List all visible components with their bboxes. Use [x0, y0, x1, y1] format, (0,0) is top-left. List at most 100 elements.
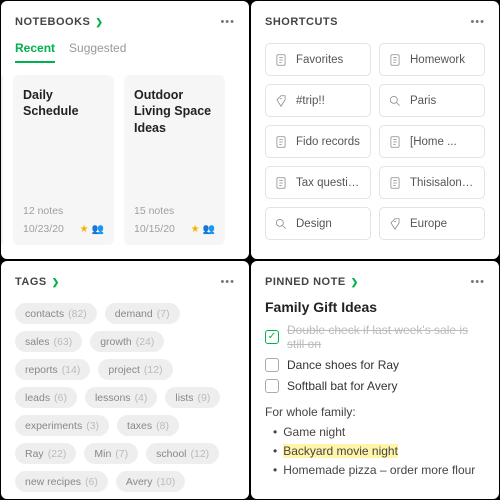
- tag-name: demand: [115, 308, 153, 320]
- tag-count: (3): [86, 420, 99, 432]
- tag-pill[interactable]: experiments(3): [15, 415, 109, 436]
- checklist-item[interactable]: Softball bat for Avery: [265, 379, 485, 393]
- notebook-count: 15 notes: [134, 205, 215, 217]
- notebooks-header[interactable]: NOTEBOOKS ❯: [15, 16, 103, 28]
- shortcut-item[interactable]: Thisisalongn...: [379, 166, 485, 199]
- shortcut-label: Tax questions: [296, 177, 362, 189]
- tag-pill[interactable]: growth (24): [90, 331, 164, 352]
- tag-name: new recipes: [25, 476, 81, 488]
- checkbox[interactable]: ✓: [265, 330, 279, 344]
- notebook-card[interactable]: Outdoor Living Space Ideas 15 notes 10/15/…: [124, 75, 225, 245]
- more-icon[interactable]: •••: [470, 17, 485, 28]
- tag-pill[interactable]: lists(9): [165, 387, 220, 408]
- tag-name: project: [108, 364, 140, 376]
- tag-count: (24): [136, 336, 155, 348]
- tag-name: leads: [25, 392, 50, 404]
- chevron-right-icon: ❯: [351, 277, 359, 288]
- bullet-label: Game night: [283, 425, 345, 439]
- tag-pill[interactable]: demand(7): [105, 303, 180, 324]
- star-icon: ★: [80, 224, 89, 235]
- tags-header[interactable]: TAGS ❯: [15, 276, 60, 288]
- shortcuts-header: SHORTCUTS: [265, 16, 338, 28]
- tag-pill[interactable]: Ray(22): [15, 443, 76, 464]
- shortcut-item[interactable]: Europe: [379, 207, 485, 240]
- shortcut-label: Favorites: [296, 54, 343, 66]
- note-title: Family Gift Ideas: [265, 299, 485, 315]
- tag-pill[interactable]: Avery(10): [116, 471, 185, 492]
- tag-pill[interactable]: leads (6): [15, 387, 77, 408]
- notebook-title: Outdoor Living Space Ideas: [134, 87, 215, 136]
- notebook-card[interactable]: Daily Schedule12 notes10/23/20★👥: [13, 75, 114, 245]
- tag-name: Min: [94, 448, 111, 460]
- shortcuts-title: SHORTCUTS: [265, 16, 338, 28]
- shortcut-item[interactable]: #trip!!: [265, 84, 371, 117]
- notebooks-panel: NOTEBOOKS ❯ ••• Recent Suggested Daily S…: [1, 1, 249, 259]
- tab-suggested[interactable]: Suggested: [69, 41, 126, 63]
- more-icon[interactable]: •••: [220, 17, 235, 28]
- tag-pill[interactable]: school(12): [146, 443, 219, 464]
- shared-icon: 👥: [203, 224, 215, 235]
- tag-pill[interactable]: new recipes (6): [15, 471, 108, 492]
- tag-count: (6): [54, 392, 67, 404]
- tag-pill[interactable]: sales(63): [15, 331, 82, 352]
- bullet-item: Homemade pizza – order more flour: [265, 463, 485, 477]
- checklist-item[interactable]: ✓Double check if last week's sale is sti…: [265, 323, 485, 351]
- note-icon: [274, 135, 288, 149]
- shortcut-item[interactable]: Favorites: [265, 43, 371, 76]
- tag-count: (8): [156, 420, 169, 432]
- tag-name: school: [156, 448, 186, 460]
- checklist-label: Dance shoes for Ray: [287, 358, 399, 372]
- tag-count: (82): [68, 308, 87, 320]
- shortcut-label: #trip!!: [296, 95, 325, 107]
- tag-count: (63): [54, 336, 73, 348]
- tag-pill[interactable]: lessons(4): [85, 387, 157, 408]
- shortcut-item[interactable]: Paris: [379, 84, 485, 117]
- tag-icon: [388, 217, 402, 231]
- tag-name: lists: [175, 392, 193, 404]
- tag-count: (7): [115, 448, 128, 460]
- shortcut-item[interactable]: [Home ...: [379, 125, 485, 158]
- shortcut-label: Fido records: [296, 136, 360, 148]
- shortcut-item[interactable]: Fido records: [265, 125, 371, 158]
- chevron-right-icon: ❯: [95, 17, 103, 28]
- checkbox[interactable]: [265, 379, 279, 393]
- tag-pill[interactable]: Min (7): [84, 443, 138, 464]
- shortcut-label: Thisisalongn...: [410, 177, 476, 189]
- pinned-header[interactable]: PINNED NOTE ❯: [265, 276, 359, 288]
- bullet-item: Game night: [265, 425, 485, 439]
- notebooks-title: NOTEBOOKS: [15, 16, 90, 28]
- more-icon[interactable]: •••: [470, 277, 485, 288]
- shortcuts-panel: SHORTCUTS ••• Favorites Homework #trip!! Pa…: [251, 1, 499, 259]
- tag-pill[interactable]: project (12): [98, 359, 172, 380]
- note-subhead: For whole family:: [265, 405, 485, 419]
- pinned-title: PINNED NOTE: [265, 276, 346, 288]
- tags-title: TAGS: [15, 276, 47, 288]
- shortcut-item[interactable]: Tax questions: [265, 166, 371, 199]
- tag-name: growth: [100, 336, 132, 348]
- tab-recent[interactable]: Recent: [15, 41, 55, 63]
- tag-count: (6): [85, 476, 98, 488]
- notebook-date: 10/15/20: [134, 223, 175, 235]
- tag-pill[interactable]: contacts(82): [15, 303, 97, 324]
- shared-icon: 👥: [92, 224, 104, 235]
- shortcut-item[interactable]: Homework: [379, 43, 485, 76]
- checklist-label: Softball bat for Avery: [287, 379, 398, 393]
- notebook-count: 12 notes: [23, 205, 104, 217]
- shortcut-label: Paris: [410, 95, 436, 107]
- tag-name: reports: [25, 364, 58, 376]
- tag-pill[interactable]: taxes(8): [117, 415, 179, 436]
- star-icon: ★: [191, 224, 200, 235]
- shortcut-label: Europe: [410, 218, 447, 230]
- tag-count: (14): [62, 364, 81, 376]
- checklist-item[interactable]: Dance shoes for Ray: [265, 358, 485, 372]
- note-icon: [388, 53, 402, 67]
- bullet-label: Backyard movie night: [283, 444, 398, 458]
- note-icon: [388, 176, 402, 190]
- shortcut-item[interactable]: Design: [265, 207, 371, 240]
- more-icon[interactable]: •••: [220, 277, 235, 288]
- tag-pill[interactable]: reports (14): [15, 359, 90, 380]
- search-icon: [274, 217, 288, 231]
- checkbox[interactable]: [265, 358, 279, 372]
- tag-count: (10): [157, 476, 176, 488]
- tag-count: (12): [144, 364, 163, 376]
